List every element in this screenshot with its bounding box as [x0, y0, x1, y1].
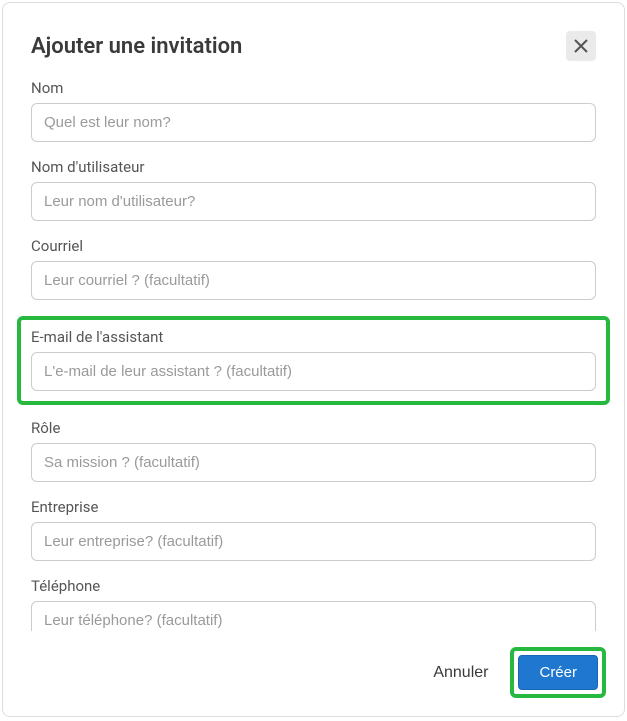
create-button[interactable]: Créer	[518, 655, 598, 690]
name-group: Nom	[31, 79, 596, 142]
username-label: Nom d'utilisateur	[31, 158, 596, 176]
role-input[interactable]	[31, 443, 596, 482]
name-input[interactable]	[31, 103, 596, 142]
assistant-email-group: E-mail de l'assistant	[31, 328, 596, 391]
modal-title: Ajouter une invitation	[31, 34, 242, 59]
assistant-email-label: E-mail de l'assistant	[31, 328, 596, 346]
create-button-highlight: Créer	[510, 647, 606, 698]
phone-label: Téléphone	[31, 577, 596, 595]
company-input[interactable]	[31, 522, 596, 561]
name-label: Nom	[31, 79, 596, 97]
phone-group: Téléphone	[31, 577, 596, 631]
role-label: Rôle	[31, 419, 596, 437]
assistant-email-input[interactable]	[31, 352, 596, 391]
cancel-button[interactable]: Annuler	[429, 656, 492, 690]
add-invitation-modal: Ajouter une invitation Nom Nom d'utilisa…	[2, 2, 625, 717]
email-group: Courriel	[31, 237, 596, 300]
company-label: Entreprise	[31, 498, 596, 516]
modal-footer: Annuler Créer	[3, 631, 624, 716]
company-group: Entreprise	[31, 498, 596, 561]
username-group: Nom d'utilisateur	[31, 158, 596, 221]
phone-input[interactable]	[31, 601, 596, 631]
assistant-email-highlight: E-mail de l'assistant	[17, 316, 610, 405]
email-input[interactable]	[31, 261, 596, 300]
username-input[interactable]	[31, 182, 596, 221]
modal-header: Ajouter une invitation	[3, 3, 624, 79]
close-icon	[574, 39, 588, 53]
email-label: Courriel	[31, 237, 596, 255]
close-button[interactable]	[566, 31, 596, 61]
modal-body: Nom Nom d'utilisateur Courriel E-mail de…	[3, 79, 624, 631]
role-group: Rôle	[31, 419, 596, 482]
